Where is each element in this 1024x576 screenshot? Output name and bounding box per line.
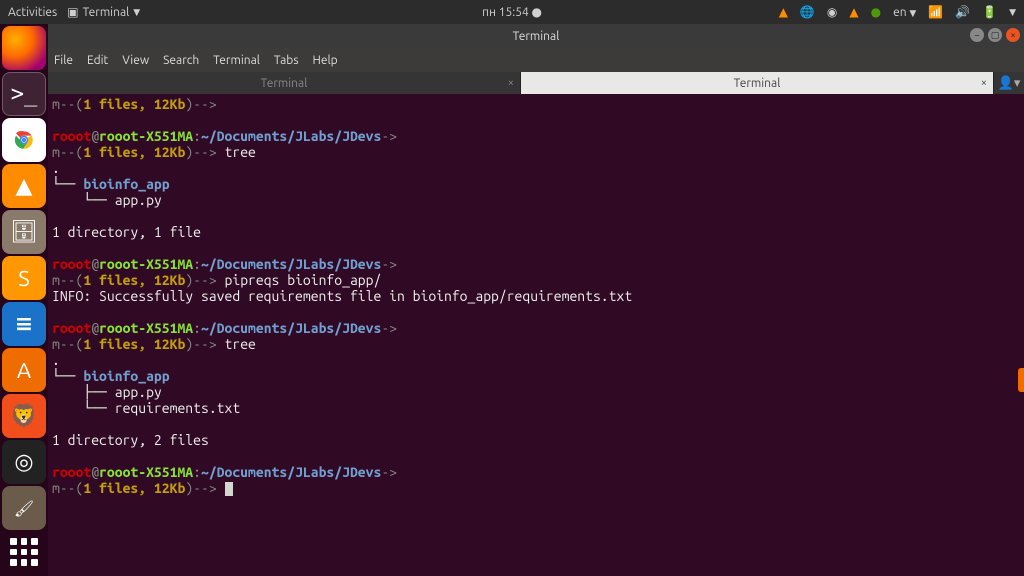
clock[interactable]: пн 15:54 ● (482, 5, 542, 19)
chrome-tray-icon[interactable]: ◉ (827, 5, 837, 19)
terminal-window: Terminal – ▢ × File Edit View Search Ter… (48, 24, 1024, 576)
close-icon[interactable]: × (981, 77, 987, 89)
menu-view[interactable]: View (122, 54, 149, 67)
keyboard-layout[interactable]: en ▼ (893, 6, 916, 19)
chevron-down-icon: ▼ (133, 7, 140, 18)
gimp-launcher-icon[interactable]: 🖌 (2, 486, 46, 530)
files-launcher-icon[interactable]: 🗄 (2, 210, 46, 254)
menu-file[interactable]: File (54, 54, 73, 67)
menu-bar: File Edit View Search Terminal Tabs Help (48, 48, 1024, 72)
network-icon[interactable]: 📶 (928, 5, 943, 19)
minimize-button[interactable]: – (970, 28, 984, 42)
terminal-content[interactable]: m--(1 files, 12Kb)--> rooot@rooot-X551MA… (48, 94, 1024, 576)
close-button[interactable]: × (1006, 28, 1020, 42)
launcher-dock: >_ ▲ 🗄 S ≡ A 🦁 ◎ 🖌 (0, 24, 48, 576)
notification-indicator[interactable] (1018, 368, 1024, 392)
brave-launcher-icon[interactable]: 🦁 (2, 394, 46, 438)
system-menu-chevron-icon[interactable]: ▼ (1009, 7, 1016, 18)
volume-icon[interactable]: 🔊 (955, 5, 970, 19)
obs-launcher-icon[interactable]: ◎ (2, 440, 46, 484)
firefox-launcher-icon[interactable] (2, 26, 46, 70)
vlc-launcher-icon[interactable]: ▲ (2, 164, 46, 208)
menu-tabs[interactable]: Tabs (274, 54, 299, 67)
window-title: Terminal (513, 30, 560, 43)
app-menu[interactable]: ▣ Terminal ▼ (67, 5, 140, 19)
menu-search[interactable]: Search (163, 54, 199, 67)
maximize-button[interactable]: ▢ (988, 28, 1002, 42)
terminal-launcher-icon[interactable]: >_ (2, 72, 46, 116)
sublime-launcher-icon[interactable]: S (2, 256, 46, 300)
new-tab-button[interactable]: 👤▾ (994, 72, 1024, 94)
vlc-tray-icon[interactable]: ▲ (779, 5, 788, 19)
terminal-icon: ▣ (67, 5, 78, 19)
battery-icon[interactable]: 🔋 (982, 5, 997, 19)
cursor (225, 482, 233, 496)
window-titlebar[interactable]: Terminal – ▢ × (48, 24, 1024, 48)
tab-terminal-1[interactable]: Terminal × (48, 72, 521, 94)
show-applications-button[interactable] (6, 534, 42, 570)
menu-terminal[interactable]: Terminal (213, 54, 260, 67)
chrome-launcher-icon[interactable] (2, 118, 46, 162)
close-icon[interactable]: × (508, 77, 514, 89)
tab-terminal-2[interactable]: Terminal × (521, 72, 994, 94)
status-ok-icon[interactable]: ● (871, 5, 881, 19)
libreoffice-writer-launcher-icon[interactable]: ≡ (2, 302, 46, 346)
activities-button[interactable]: Activities (8, 6, 57, 19)
tab-strip: Terminal × Terminal × 👤▾ (48, 72, 1024, 94)
menu-help[interactable]: Help (313, 54, 338, 67)
globe-icon[interactable]: 🌐 (800, 5, 815, 19)
software-center-launcher-icon[interactable]: A (2, 348, 46, 392)
menu-edit[interactable]: Edit (87, 54, 108, 67)
vlc-tray-icon-2[interactable]: ▲ (849, 5, 858, 19)
gnome-top-panel: Activities ▣ Terminal ▼ пн 15:54 ● ▲ 🌐 ◉… (0, 0, 1024, 24)
